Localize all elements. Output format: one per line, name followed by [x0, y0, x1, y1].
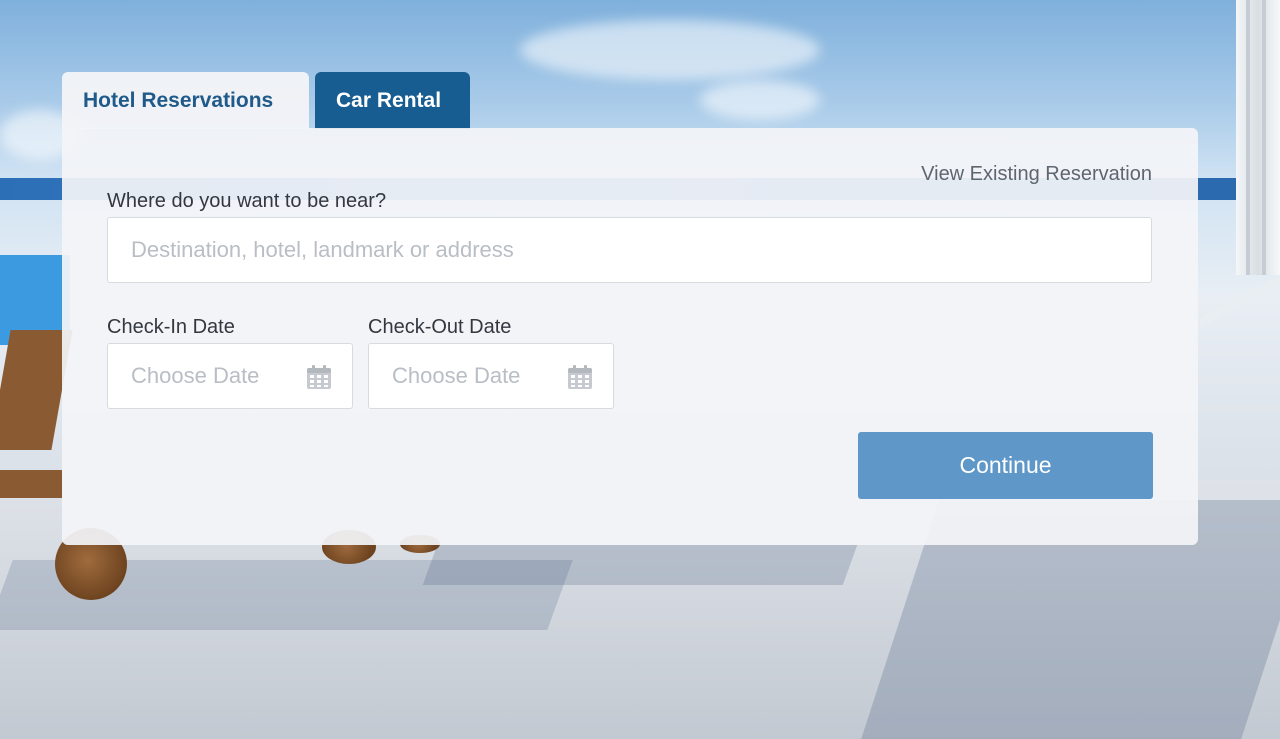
- hotel-search-panel: View Existing Reservation Where do you w…: [62, 128, 1198, 545]
- background-pillar-groove: [1246, 0, 1250, 275]
- destination-input[interactable]: [107, 217, 1152, 283]
- tab-car-rental-label: Car Rental: [336, 89, 442, 112]
- calendar-icon[interactable]: [567, 364, 593, 390]
- background-railing: [1200, 275, 1280, 328]
- background-pillar-groove: [1262, 0, 1266, 275]
- background-shadow: [422, 545, 858, 585]
- continue-button[interactable]: Continue: [858, 432, 1153, 499]
- background-lounger: [0, 470, 62, 498]
- checkin-date-field[interactable]: Choose Date: [107, 343, 353, 409]
- background-cloud: [520, 20, 820, 80]
- destination-label: Where do you want to be near?: [107, 190, 387, 212]
- background-cloud: [700, 80, 820, 120]
- tab-car-rental[interactable]: Car Rental: [315, 72, 470, 129]
- background-scene: Hotel Reservations Car Rental View Exist…: [0, 0, 1280, 739]
- checkin-date-placeholder: Choose Date: [131, 363, 260, 388]
- checkout-date-placeholder: Choose Date: [392, 363, 521, 388]
- tab-hotel-reservations-label: Hotel Reservations: [83, 89, 274, 112]
- checkin-label: Check-In Date: [107, 316, 235, 338]
- tab-hotel-reservations[interactable]: Hotel Reservations: [62, 72, 309, 129]
- view-existing-reservation-link[interactable]: View Existing Reservation: [921, 163, 1152, 186]
- checkout-date-field[interactable]: Choose Date: [368, 343, 614, 409]
- background-pillar: [1236, 0, 1280, 275]
- checkout-label: Check-Out Date: [368, 316, 512, 338]
- calendar-icon[interactable]: [306, 364, 332, 390]
